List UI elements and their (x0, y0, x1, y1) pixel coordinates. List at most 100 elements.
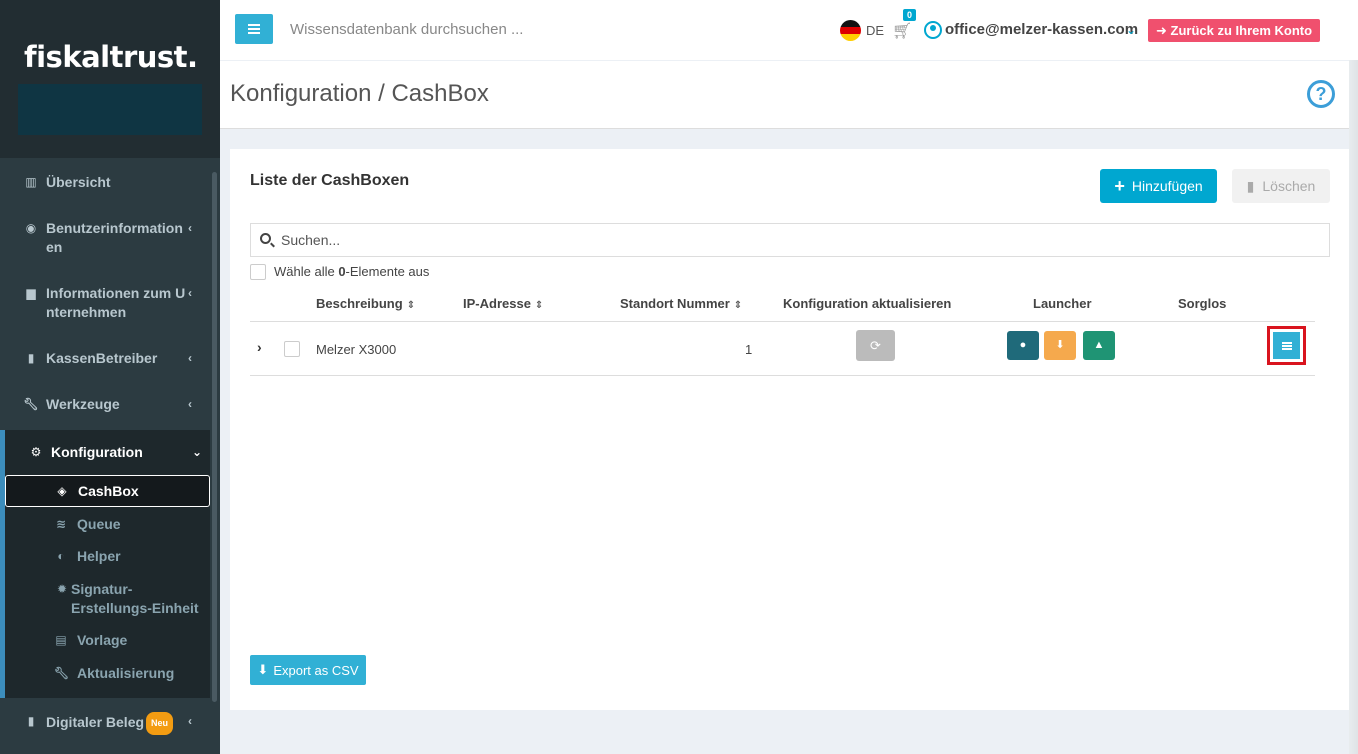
logo-banner (18, 84, 202, 135)
certificate-icon: ✹ (56, 582, 68, 596)
content-header: Konfiguration / CashBox ? (220, 61, 1358, 129)
column-header-label: IP-Adresse (463, 296, 531, 311)
chevron-left-icon: ‹ (188, 221, 192, 235)
chevron-left-icon: ‹ (188, 351, 192, 365)
sidebar-subitem-cashbox[interactable]: ◈ CashBox (5, 475, 210, 507)
back-to-account-button[interactable]: ➜ Zurück zu Ihrem Konto (1148, 19, 1321, 42)
launcher-windows-button[interactable]: ● (1007, 331, 1039, 360)
launcher-download-button[interactable]: ⬇ (1044, 331, 1076, 360)
column-header-launcher: Launcher (1033, 296, 1092, 311)
delete-button[interactable]: ▮ Löschen (1232, 169, 1330, 203)
sidebar-item-kassenbetreiber[interactable]: ▮ KassenBetreiber ‹ (0, 349, 212, 368)
sidebar: fiskaltrust. ▥ Übersicht ◉ Benutzerinfor… (0, 0, 220, 754)
file-icon: ▮ (27, 714, 35, 728)
user-icon (924, 21, 942, 39)
sidebar-toggle-button[interactable] (235, 14, 273, 44)
sidebar-item-werkzeuge[interactable]: 🔧︎ Werkzeuge ‹ (0, 395, 212, 414)
cart-count-badge: 0 (903, 9, 917, 21)
panel-title: Liste der CashBoxen (250, 172, 410, 189)
column-header-label: Standort Nummer (620, 296, 730, 311)
back-to-account-label: Zurück zu Ihrem Konto (1170, 23, 1313, 38)
cell-standort-nummer: 1 (745, 342, 753, 357)
sidebar-subitem-label: Vorlage (77, 632, 128, 648)
select-all-count: 0 (338, 264, 346, 279)
sidebar-item-uebersicht[interactable]: ▥ Übersicht (0, 173, 212, 192)
select-all-checkbox[interactable] (250, 264, 266, 280)
column-header-standort-nummer[interactable]: Standort Nummer ⇕ (620, 296, 742, 311)
chevron-left-icon: ‹ (188, 286, 192, 300)
chevron-left-icon: ‹ (188, 397, 192, 411)
refresh-icon: ⟳ (870, 338, 881, 353)
bar-chart-icon: ▥ (25, 175, 37, 189)
add-button[interactable]: + Hinzufügen (1100, 169, 1217, 203)
database-icon: ≋ (55, 517, 67, 531)
select-all-suffix: -Elemente aus (345, 264, 430, 279)
expand-row-icon[interactable]: › (257, 339, 262, 355)
table-header-divider (250, 321, 1315, 322)
search-box (250, 223, 1330, 257)
column-header-sorglos: Sorglos (1178, 296, 1227, 311)
sidebar-subitem-vorlage[interactable]: ▤ Vorlage (5, 631, 210, 650)
topbar: Wissensdatenbank durchsuchen ... DE 🛒︎ 0… (220, 0, 1358, 60)
knowledge-base-search[interactable]: Wissensdatenbank durchsuchen ... (290, 21, 523, 38)
sidebar-item-digitaler-beleg[interactable]: ▮ Digitaler Beleg Neu ‹ (0, 712, 212, 735)
sidebar-item-unternehmen[interactable]: ▆ Informationen zum U nternehmen ‹ (0, 284, 212, 322)
cell-beschreibung: Melzer X3000 (316, 342, 397, 357)
search-icon (260, 233, 271, 244)
download-icon: ⬇ (257, 662, 269, 677)
table-row-divider (250, 375, 1315, 376)
export-csv-label: Export as CSV (273, 662, 359, 678)
refresh-configuration-button[interactable]: ⟳ (856, 330, 895, 361)
linux-icon: ▲ (1093, 339, 1105, 351)
column-header-ip-adresse[interactable]: IP-Adresse ⇕ (463, 296, 543, 311)
page-title: Konfiguration / CashBox (230, 80, 489, 107)
adjust-icon: ◐ (57, 549, 65, 563)
cart-icon[interactable]: 🛒︎ (892, 21, 912, 41)
globe-icon: ● (1019, 339, 1027, 351)
sidebar-item-benutzerinformationen[interactable]: ◉ Benutzerinformation en ‹ (0, 219, 212, 257)
cashbox-list-panel: Liste der CashBoxen + Hinzufügen ▮ Lösch… (230, 149, 1349, 710)
cube-icon: ◈ (57, 483, 67, 498)
briefcase-icon: ▆ (26, 286, 36, 300)
language-selector[interactable]: DE (866, 23, 884, 38)
column-header-beschreibung[interactable]: Beschreibung ⇕ (316, 296, 415, 311)
help-icon[interactable]: ? (1307, 80, 1335, 108)
column-header-label: Beschreibung (316, 296, 403, 311)
add-button-label: Hinzufügen (1131, 178, 1203, 194)
cogs-icon: ⚙ (30, 445, 42, 459)
sidebar-subitem-queue[interactable]: ≋ Queue (5, 515, 210, 534)
select-all-prefix: Wähle alle (274, 264, 339, 279)
wrench-icon: 🔧︎ (54, 666, 70, 680)
sidebar-subitem-aktualisierung[interactable]: 🔧︎ Aktualisierung (5, 664, 210, 683)
column-header-konfiguration: Konfiguration aktualisieren (783, 296, 952, 311)
sidebar-item-konfiguration[interactable]: ⚙ Konfiguration ⌄ (5, 443, 217, 462)
row-menu-button[interactable] (1273, 332, 1300, 359)
row-checkbox[interactable] (284, 341, 300, 357)
user-circle-icon: ◉ (25, 221, 37, 235)
row-menu-highlight (1267, 326, 1306, 365)
launcher-linux-button[interactable]: ▲ (1083, 331, 1115, 360)
logo-area: fiskaltrust. (0, 0, 220, 158)
delete-button-label: Löschen (1262, 178, 1316, 194)
user-menu[interactable]: office@melzer-kassen.com (945, 21, 1138, 38)
sidebar-subitem-signatur[interactable]: ✹ Signatur- Erstellungs-Einheit (5, 580, 210, 618)
chevron-down-icon[interactable]: ⌄ (1126, 23, 1136, 37)
sidebar-subitem-label: Aktualisierung (77, 665, 175, 681)
file-text-icon: ▤ (55, 633, 67, 647)
sort-icon: ⇕ (733, 300, 743, 311)
new-badge: Neu (146, 712, 174, 735)
sidebar-subitem-helper[interactable]: ◐ Helper (5, 547, 210, 566)
logo[interactable]: fiskaltrust. (24, 40, 198, 74)
sidebar-subitem-label: Queue (77, 516, 121, 532)
chevron-down-icon: ⌄ (191, 445, 202, 459)
sidebar-scrollbar[interactable] (212, 172, 217, 702)
plus-icon: + (1114, 176, 1125, 196)
german-flag-icon[interactable] (840, 20, 861, 41)
download-icon: ⬇ (1055, 339, 1065, 351)
bars-icon (1281, 341, 1292, 350)
export-csv-button[interactable]: ⬇ Export as CSV (250, 655, 366, 685)
right-edge-shadow (1349, 60, 1358, 754)
building-icon: ▮ (27, 351, 35, 365)
search-input[interactable] (281, 224, 1321, 256)
sidebar-item-label: Übersicht (46, 174, 111, 190)
